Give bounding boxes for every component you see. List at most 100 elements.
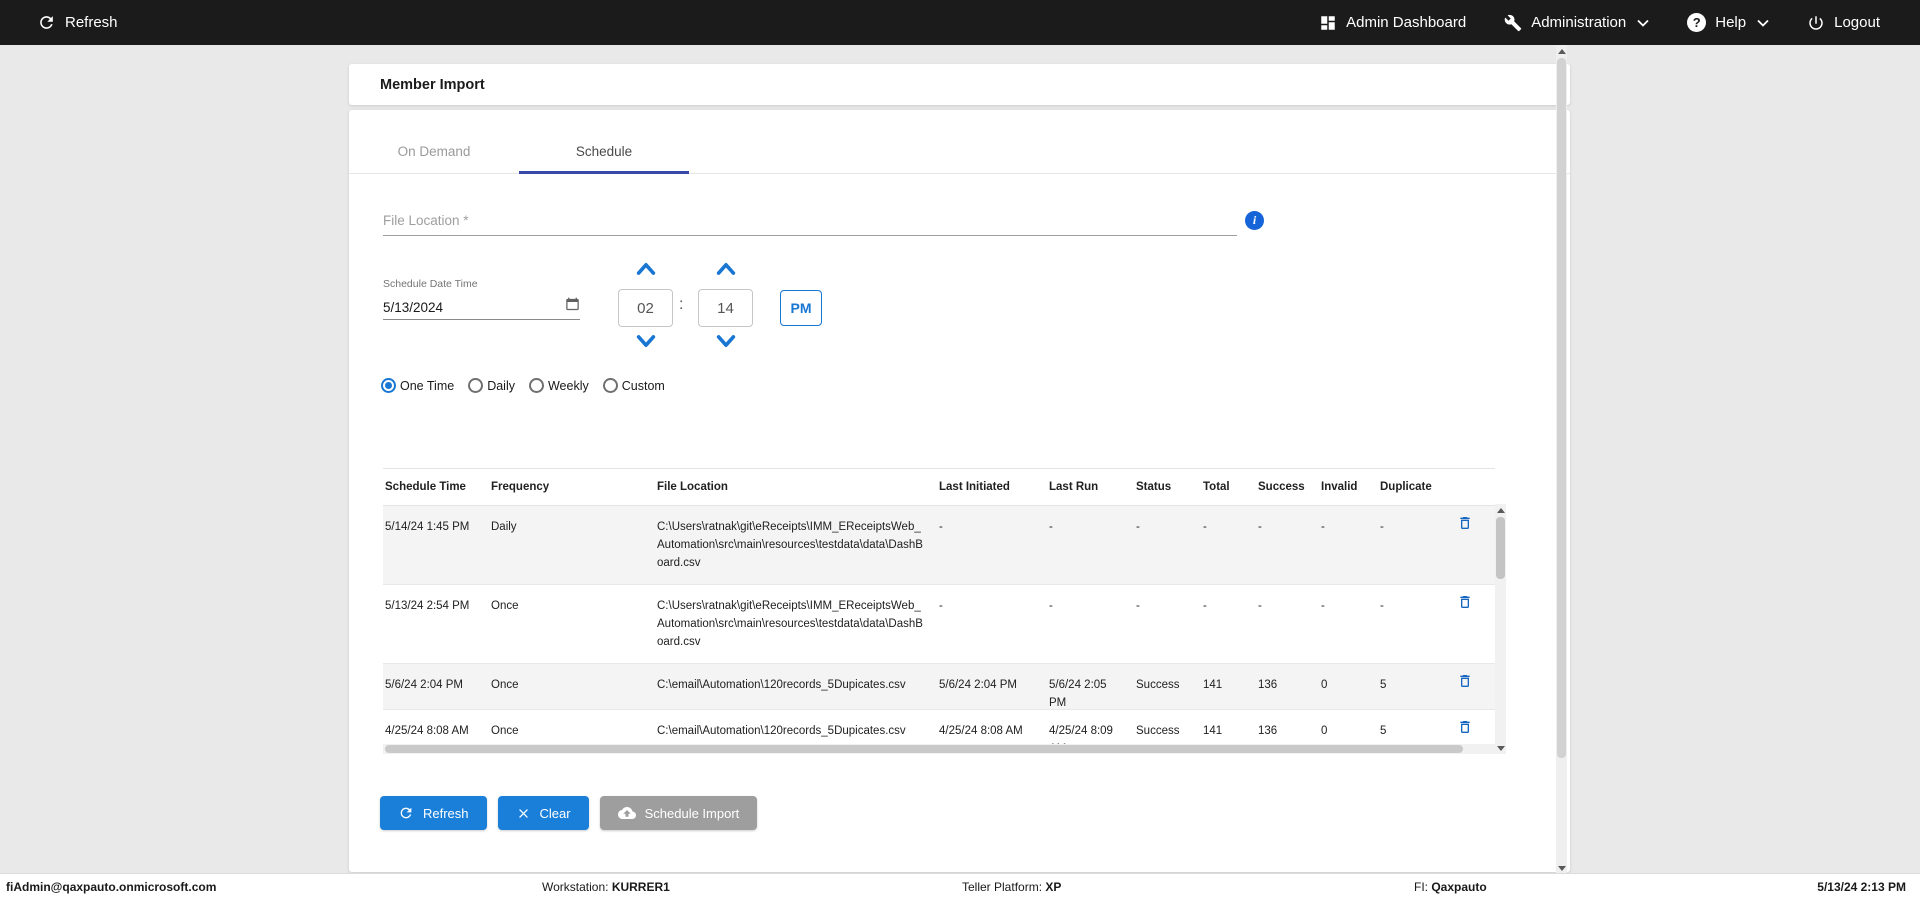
cell-file-location: C:\Users\ratnak\git\eReceipts\IMM_ERecei… bbox=[657, 600, 923, 648]
scroll-down-button[interactable] bbox=[1495, 742, 1506, 754]
cell-schedule-time: 5/6/24 2:04 PM bbox=[385, 679, 463, 691]
workstation-value: KURRER1 bbox=[611, 880, 670, 894]
tab-bar: On Demand Schedule bbox=[349, 110, 1570, 174]
refresh-button[interactable]: Refresh bbox=[380, 796, 487, 830]
radio-icon bbox=[468, 378, 484, 393]
scroll-up-button[interactable] bbox=[1556, 45, 1567, 57]
cell-success: 136 bbox=[1258, 679, 1278, 691]
radio-daily-label: Daily bbox=[487, 378, 515, 393]
radio-weekly-label: Weekly bbox=[547, 378, 589, 393]
table-horizontal-scrollbar[interactable] bbox=[383, 744, 1495, 754]
footer-datetime: 5/13/24 2:13 PM bbox=[1817, 880, 1906, 894]
cell-invalid: 0 bbox=[1321, 679, 1328, 691]
clear-button-label: Clear bbox=[539, 805, 571, 821]
scrollbar-thumb[interactable] bbox=[385, 745, 1463, 753]
trash-icon bbox=[1460, 596, 1470, 608]
refresh-icon bbox=[37, 13, 56, 32]
file-location-input[interactable] bbox=[383, 205, 1237, 235]
action-button-row: Refresh Clear Schedule Import bbox=[380, 796, 758, 830]
cell-status: - bbox=[1136, 521, 1140, 533]
schedule-import-button-label: Schedule Import bbox=[644, 805, 740, 821]
scrollbar-thumb[interactable] bbox=[1496, 517, 1505, 579]
teller-platform-value: XP bbox=[1045, 880, 1062, 894]
cell-invalid: - bbox=[1321, 600, 1325, 612]
workstation-label: Workstation: bbox=[542, 880, 609, 894]
radio-weekly[interactable]: Weekly bbox=[528, 378, 589, 393]
cell-total: 141 bbox=[1203, 679, 1223, 691]
cell-status: Success bbox=[1136, 679, 1180, 691]
col-header-file-location: File Location bbox=[657, 481, 728, 493]
radio-one-time-label: One Time bbox=[400, 378, 455, 393]
hour-increment-arrow[interactable] bbox=[618, 261, 673, 277]
logout-button[interactable]: Logout bbox=[1807, 14, 1880, 32]
hour-decrement-arrow[interactable] bbox=[618, 334, 673, 350]
delete-row-button[interactable] bbox=[1437, 506, 1493, 584]
col-header-status: Status bbox=[1136, 481, 1172, 493]
status-footer: fiAdmin@qaxpauto.onmicrosoft.com Worksta… bbox=[0, 873, 1920, 901]
schedule-import-button[interactable]: Schedule Import bbox=[599, 796, 758, 830]
clear-button[interactable]: Clear bbox=[497, 796, 589, 830]
table-vertical-scrollbar[interactable] bbox=[1495, 504, 1506, 754]
cell-duplicate: - bbox=[1380, 600, 1384, 612]
top-navigation-bar: Refresh Admin Dashboard Administration ?… bbox=[0, 0, 1920, 45]
wrench-icon bbox=[1504, 14, 1522, 32]
hour-box bbox=[618, 289, 673, 327]
cell-schedule-time: 5/13/24 2:54 PM bbox=[385, 600, 470, 612]
tab-schedule-label: Schedule bbox=[575, 144, 633, 159]
trash-icon bbox=[1460, 675, 1470, 687]
cloud-upload-icon bbox=[617, 804, 636, 822]
radio-daily[interactable]: Daily bbox=[468, 378, 515, 393]
triangle-up-icon bbox=[1557, 48, 1566, 54]
page-vertical-scrollbar[interactable] bbox=[1556, 45, 1567, 874]
admin-dashboard-label: Admin Dashboard bbox=[1346, 14, 1467, 31]
cell-file-location: C:\email\Automation\120records_5Dupicate… bbox=[657, 679, 906, 691]
administration-menu[interactable]: Administration bbox=[1504, 14, 1649, 32]
radio-one-time[interactable]: One Time bbox=[381, 378, 454, 393]
trash-icon bbox=[1460, 517, 1470, 529]
col-header-frequency: Frequency bbox=[491, 481, 550, 493]
cell-total: - bbox=[1203, 521, 1207, 533]
topbar-refresh-button[interactable]: Refresh bbox=[37, 13, 118, 32]
fi-value: Qaxpauto bbox=[1431, 880, 1487, 894]
schedule-datetime-label: Schedule Date Time bbox=[383, 278, 478, 290]
tab-on-demand[interactable]: On Demand bbox=[349, 130, 519, 173]
cell-frequency: Once bbox=[491, 679, 519, 691]
delete-row-button[interactable] bbox=[1437, 585, 1493, 663]
tab-schedule[interactable]: Schedule bbox=[519, 130, 689, 174]
col-header-last-run: Last Run bbox=[1049, 481, 1099, 493]
time-separator: : bbox=[679, 296, 684, 313]
help-menu[interactable]: ? Help bbox=[1687, 13, 1769, 32]
info-icon[interactable]: i bbox=[1245, 211, 1264, 230]
scroll-up-button[interactable] bbox=[1495, 504, 1506, 516]
table-row: 5/6/24 2:04 PM Once C:\email\Automation\… bbox=[383, 664, 1495, 710]
cell-last-run: 5/6/24 2:05 PM bbox=[1049, 679, 1107, 709]
calendar-icon[interactable] bbox=[565, 297, 580, 317]
chevron-down-icon bbox=[1637, 19, 1649, 27]
active-tab-underline bbox=[519, 171, 689, 174]
schedule-table: Schedule Time Frequency File Location La… bbox=[383, 468, 1495, 755]
file-location-field bbox=[383, 205, 1237, 236]
meridiem-toggle-button[interactable]: PM bbox=[780, 290, 822, 326]
col-header-success: Success bbox=[1258, 481, 1305, 493]
scrollbar-thumb[interactable] bbox=[1557, 58, 1566, 758]
table-header-row: Schedule Time Frequency File Location La… bbox=[383, 468, 1495, 506]
help-label: Help bbox=[1715, 14, 1747, 31]
schedule-date-input[interactable] bbox=[383, 299, 565, 315]
radio-icon bbox=[381, 378, 396, 393]
footer-user-email: fiAdmin@qaxpauto.onmicrosoft.com bbox=[6, 880, 217, 894]
hour-input[interactable] bbox=[619, 290, 672, 326]
cell-status: - bbox=[1136, 600, 1140, 612]
radio-custom[interactable]: Custom bbox=[602, 378, 665, 393]
power-icon bbox=[1807, 14, 1825, 32]
minute-input[interactable] bbox=[699, 290, 752, 326]
cell-last-initiated: 5/6/24 2:04 PM bbox=[939, 679, 1017, 691]
minute-decrement-arrow[interactable] bbox=[698, 334, 753, 350]
topbar-refresh-label: Refresh bbox=[65, 14, 118, 31]
admin-dashboard-menu[interactable]: Admin Dashboard bbox=[1319, 14, 1466, 32]
page-title: Member Import bbox=[380, 76, 485, 93]
delete-row-button[interactable] bbox=[1437, 664, 1493, 713]
triangle-up-icon bbox=[1496, 507, 1505, 513]
table-row: 5/13/24 2:54 PM Once C:\Users\ratnak\git… bbox=[383, 585, 1495, 664]
minute-increment-arrow[interactable] bbox=[698, 261, 753, 277]
footer-teller-platform: Teller Platform: XP bbox=[962, 880, 1061, 894]
